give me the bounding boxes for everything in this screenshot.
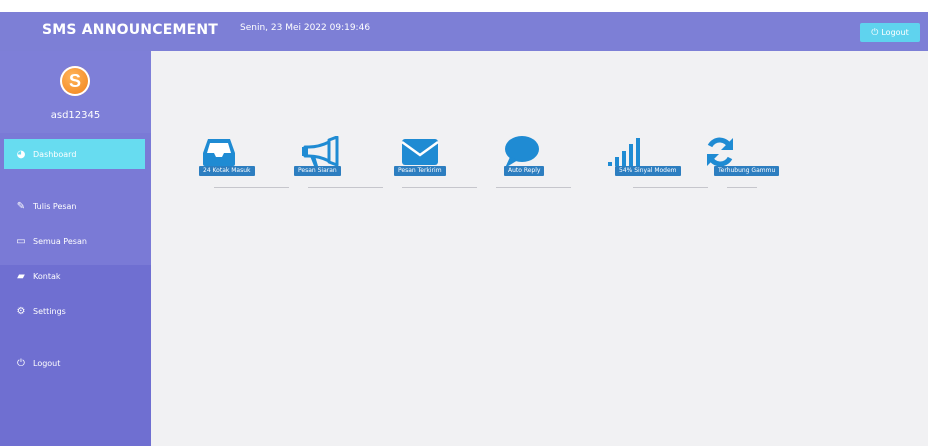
current-datetime: Senin, 23 Mei 2022 09:19:46 (240, 23, 371, 33)
tile-badge: Auto Reply (504, 166, 545, 176)
app-window: SMS ANNOUNCEMENT Senin, 23 Mei 2022 09:1… (0, 0, 928, 446)
tile-sinyal-modem[interactable]: 54% Sinyal Modem (573, 133, 708, 203)
sidebar: S asd12345 ◕ Dashboard ✎ Tulis Pesan ▭ S… (0, 51, 151, 446)
edit-icon: ✎ (16, 200, 26, 212)
sidebar-item-kontak[interactable]: ▰ Kontak (4, 261, 145, 291)
sidebar-item-label: Tulis Pesan (33, 201, 77, 211)
sidebar-item-tulis-pesan[interactable]: ✎ Tulis Pesan (4, 191, 145, 221)
dashboard-tiles: 24 Kotak Masuk Pesan Siaran Pesan Terkir… (197, 133, 797, 203)
header-logout-label: Logout (881, 28, 909, 37)
sidebar-item-logout[interactable]: ⏻ Logout (4, 348, 145, 378)
tile-badge: Pesan Terkirim (394, 166, 446, 176)
sidebar-item-label: Kontak (33, 271, 61, 281)
header-logout-button[interactable]: ⏻ Logout (860, 23, 920, 42)
tile-auto-reply[interactable]: Auto Reply (479, 133, 571, 203)
power-icon: ⏻ (871, 27, 879, 38)
gears-icon: ⚙ (16, 305, 26, 317)
profile-panel: S asd12345 (0, 51, 151, 133)
tile-divider (308, 187, 383, 188)
sidebar-item-settings[interactable]: ⚙ Settings (4, 296, 145, 326)
sidebar-item-dashboard[interactable]: ◕ Dashboard (4, 139, 145, 169)
sidebar-item-semua-pesan[interactable]: ▭ Semua Pesan (4, 226, 145, 256)
sidebar-item-label: Logout (33, 358, 61, 368)
power-icon: ⏻ (17, 357, 25, 369)
sidebar-item-label: Dashboard (33, 149, 77, 159)
username: asd12345 (50, 110, 101, 121)
tile-divider (496, 187, 571, 188)
sidebar-item-label: Settings (33, 306, 66, 316)
tile-badge: Pesan Siaran (294, 166, 341, 176)
avatar: S (60, 66, 90, 96)
tile-badge: 24 Kotak Masuk (199, 166, 255, 176)
top-navbar: SMS ANNOUNCEMENT Senin, 23 Mei 2022 09:1… (0, 12, 928, 51)
main-content (151, 51, 928, 446)
tile-badge: Terhubung Gammu (714, 166, 780, 176)
tile-divider (402, 187, 477, 188)
tile-pesan-terkirim[interactable]: Pesan Terkirim (385, 133, 477, 203)
tile-divider (727, 187, 757, 188)
tile-kotak-masuk[interactable]: 24 Kotak Masuk (197, 133, 289, 203)
brand-title[interactable]: SMS ANNOUNCEMENT (42, 22, 218, 38)
sidebar-item-label: Semua Pesan (33, 236, 87, 246)
book-icon: ▰ (17, 270, 25, 282)
tile-pesan-siaran[interactable]: Pesan Siaran (291, 133, 383, 203)
tile-terhubung-gammu[interactable]: Terhubung Gammu (667, 133, 780, 203)
avatar-letter: S (68, 70, 81, 91)
dashboard-icon: ◕ (16, 148, 26, 160)
tile-divider (214, 187, 289, 188)
folder-icon: ▭ (16, 235, 26, 247)
